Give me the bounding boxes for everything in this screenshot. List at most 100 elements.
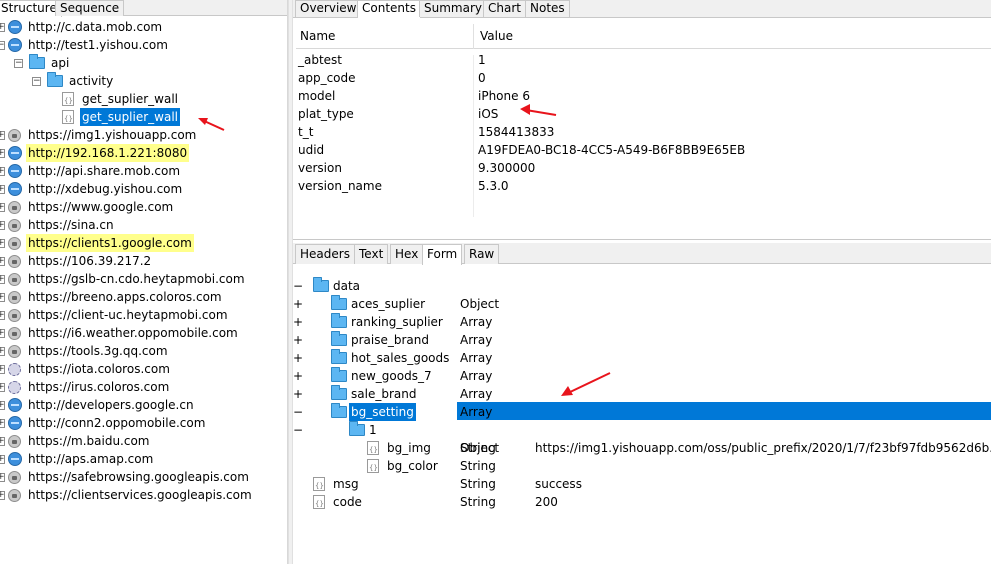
tree-item[interactable]: get_suplier_wall bbox=[0, 90, 287, 110]
tree-item[interactable]: + https://clients1.google.com bbox=[0, 234, 287, 252]
expand-icon[interactable]: + bbox=[0, 23, 5, 32]
form-node[interactable]: − data Object bbox=[293, 277, 991, 311]
expand-icon[interactable]: + bbox=[0, 221, 5, 230]
expand-icon[interactable]: + bbox=[0, 293, 5, 302]
tree-item[interactable]: + http://developers.google.cn bbox=[0, 396, 287, 414]
form-node[interactable]: code String 200 bbox=[293, 493, 991, 513]
tree-item[interactable]: + https://irus.coloros.com bbox=[0, 378, 287, 396]
param-row[interactable]: app_code 0 bbox=[296, 69, 991, 87]
expand-icon[interactable]: + bbox=[0, 257, 5, 266]
form-node-name: bg_color bbox=[387, 459, 438, 473]
expand-icon[interactable]: + bbox=[0, 131, 5, 140]
tree-item[interactable]: + https://m.baidu.com bbox=[0, 432, 287, 450]
form-node[interactable]: + sale_brand Array bbox=[293, 385, 991, 419]
expand-icon[interactable]: + bbox=[0, 239, 5, 248]
tab-form[interactable]: Form bbox=[422, 244, 463, 265]
expand-icon[interactable]: + bbox=[0, 473, 5, 482]
tree-item[interactable]: − activity bbox=[0, 72, 287, 90]
form-node[interactable]: msg String success bbox=[293, 475, 991, 495]
tree-item[interactable]: + https://client-uc.heytapmobi.com bbox=[0, 306, 287, 324]
tree-item-label: get_suplier_wall bbox=[79, 107, 181, 127]
document-icon bbox=[367, 441, 379, 459]
document-icon bbox=[313, 495, 325, 513]
param-row[interactable]: udid A19FDEA0-BC18-4CC5-A549-B6F8BB9E65EB bbox=[296, 141, 991, 159]
collapse-icon[interactable]: − bbox=[0, 41, 5, 50]
tunnel-icon bbox=[8, 363, 21, 376]
tab-raw[interactable]: Raw bbox=[464, 244, 500, 264]
tree-item[interactable]: + https://sina.cn bbox=[0, 216, 287, 234]
collapse-icon[interactable]: − bbox=[293, 277, 991, 295]
expand-icon[interactable]: + bbox=[0, 383, 5, 392]
tab-chart[interactable]: Chart bbox=[483, 0, 526, 17]
response-form-tree: − data Object + aces_suplier Array + ranking_su… bbox=[293, 269, 991, 564]
expand-icon[interactable]: + bbox=[0, 347, 5, 356]
collapse-icon[interactable]: − bbox=[32, 77, 41, 86]
tab-structure[interactable]: Structure bbox=[0, 0, 62, 17]
tree-item[interactable]: + https://i6.weather.oppomobile.com bbox=[0, 324, 287, 342]
form-node[interactable]: − bg_setting Object bbox=[293, 402, 991, 437]
expand-icon[interactable]: + bbox=[0, 275, 5, 284]
expand-icon[interactable]: + bbox=[0, 455, 5, 464]
collapse-icon[interactable]: − bbox=[14, 59, 23, 68]
tree-item[interactable]: − http://test1.yishou.com bbox=[0, 36, 287, 54]
form-node[interactable]: + praise_brand Array bbox=[293, 331, 991, 365]
form-node-type: String bbox=[460, 459, 496, 473]
tab-overview[interactable]: Overview bbox=[295, 0, 362, 17]
tree-item[interactable]: get_suplier_wall bbox=[0, 107, 287, 128]
form-node[interactable]: bg_color String bbox=[293, 457, 991, 477]
form-node[interactable]: −1 Object bbox=[293, 421, 991, 455]
column-separator[interactable] bbox=[473, 24, 474, 49]
tree-item[interactable]: + https://www.google.com bbox=[0, 198, 287, 216]
form-node[interactable]: bg_img String https://img1.yishouapp.com/o… bbox=[293, 439, 991, 459]
expand-icon[interactable]: + bbox=[0, 203, 5, 212]
tab-text[interactable]: Text bbox=[354, 244, 389, 264]
tree-item[interactable]: + http://api.share.mob.com bbox=[0, 162, 287, 180]
expand-icon[interactable]: + bbox=[0, 185, 5, 194]
tab-hex[interactable]: Hex bbox=[390, 244, 424, 264]
tab-headers[interactable]: Headers bbox=[295, 244, 355, 264]
tree-item[interactable]: + https://breeno.apps.coloros.com bbox=[0, 288, 287, 306]
expand-icon[interactable]: + bbox=[0, 167, 5, 176]
tree-item[interactable]: − api bbox=[0, 54, 287, 72]
tab-contents[interactable]: Contents bbox=[357, 0, 421, 18]
tree-item[interactable]: + https://106.39.217.2 bbox=[0, 252, 287, 270]
tree-item[interactable]: + https://safebrowsing.googleapis.com bbox=[0, 468, 287, 486]
tree-item[interactable]: + http://aps.amap.com bbox=[0, 450, 287, 468]
param-row[interactable]: _abtest 1 bbox=[296, 51, 991, 69]
form-node[interactable]: + new_goods_7 Array bbox=[293, 367, 991, 401]
form-node[interactable]: + ranking_suplier Array bbox=[293, 313, 991, 347]
param-row[interactable]: plat_type iOS bbox=[296, 105, 991, 123]
param-row[interactable]: version 9.300000 bbox=[296, 159, 991, 177]
param-row[interactable]: model iPhone 6 bbox=[296, 87, 991, 105]
form-node[interactable]: + hot_sales_goods Array bbox=[293, 349, 991, 383]
expand-icon[interactable]: + bbox=[0, 149, 5, 158]
globe-icon bbox=[8, 38, 22, 52]
folder-icon bbox=[331, 349, 347, 364]
tab-summary[interactable]: Summary bbox=[419, 0, 487, 17]
tree-item[interactable]: + https://img1.yishouapp.com bbox=[0, 126, 287, 144]
expand-icon[interactable]: + bbox=[0, 311, 5, 320]
expand-icon[interactable]: + bbox=[0, 401, 5, 410]
tree-item[interactable]: + http://192.168.1.221:8080 bbox=[0, 144, 287, 162]
column-header-name[interactable]: Name bbox=[298, 24, 335, 49]
tree-item[interactable]: + https://tools.3g.qq.com bbox=[0, 342, 287, 360]
param-row[interactable]: t_t 1584413833 bbox=[296, 123, 991, 141]
param-row[interactable]: version_name 5.3.0 bbox=[296, 177, 991, 195]
tree-item[interactable]: + https://clientservices.googleapis.com bbox=[0, 486, 287, 504]
form-node[interactable]: + aces_suplier Array bbox=[293, 295, 991, 329]
tree-item[interactable]: + http://c.data.mob.com bbox=[0, 18, 287, 36]
tree-item[interactable]: + https://gslb-cn.cdo.heytapmobi.com bbox=[0, 270, 287, 288]
expand-icon[interactable]: + bbox=[0, 419, 5, 428]
expand-icon[interactable]: + bbox=[0, 437, 5, 446]
form-node-name: aces_suplier bbox=[351, 297, 426, 311]
column-header-value[interactable]: Value bbox=[478, 24, 513, 49]
expand-icon[interactable]: + bbox=[0, 329, 5, 338]
expand-icon[interactable]: + bbox=[0, 365, 5, 374]
tree-item[interactable]: + http://xdebug.yishou.com bbox=[0, 180, 287, 198]
expand-icon[interactable]: + bbox=[0, 491, 5, 500]
tab-notes[interactable]: Notes bbox=[525, 0, 570, 17]
tree-item[interactable]: + https://iota.coloros.com bbox=[0, 360, 287, 378]
tab-sequence[interactable]: Sequence bbox=[55, 0, 125, 16]
collapse-icon[interactable]: − bbox=[293, 421, 991, 439]
tree-item[interactable]: + http://conn2.oppomobile.com bbox=[0, 414, 287, 432]
